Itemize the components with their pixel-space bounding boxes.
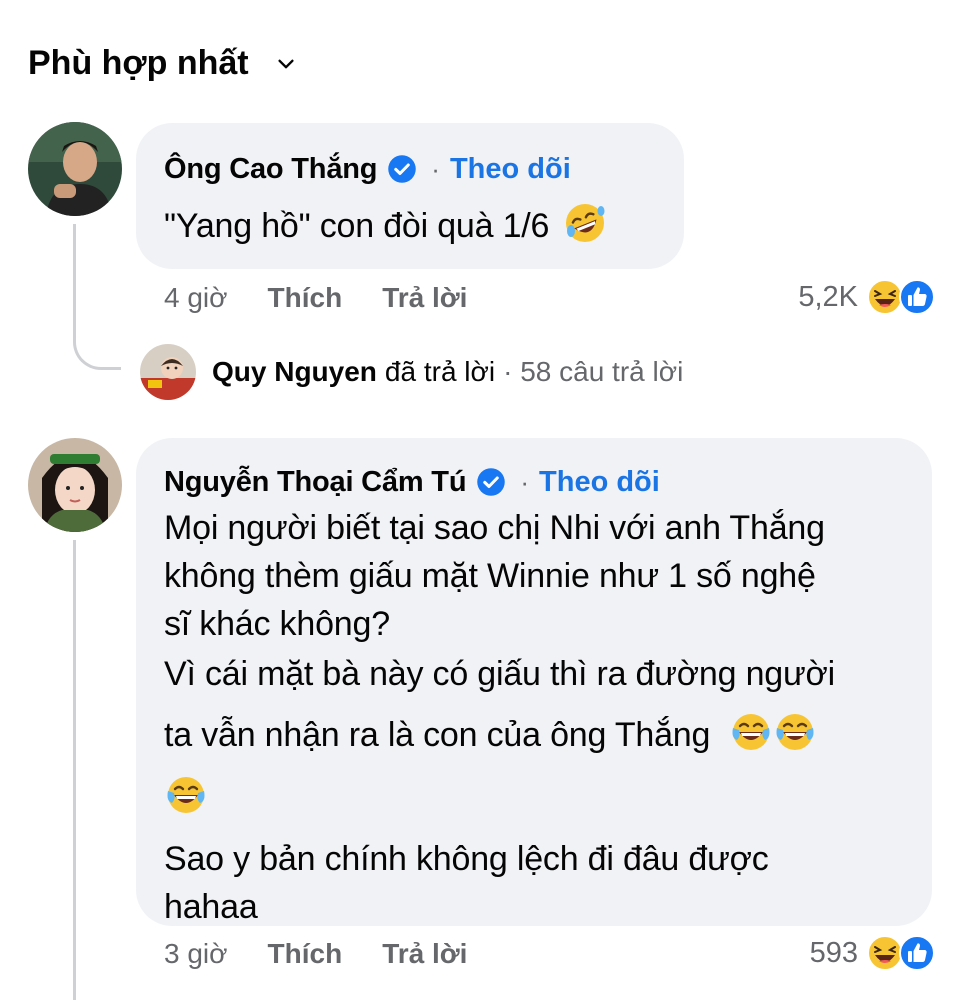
reaction-count: 593: [809, 936, 858, 969]
reply-count: · 58 câu trả lời: [503, 356, 684, 387]
comment-text-line: Mọi người biết tại sao chị Nhi với anh T…: [164, 509, 825, 547]
tears-of-joy-emoji-icon: [776, 714, 814, 750]
like-reaction-icon: [899, 279, 935, 315]
tears-of-joy-emoji-icon: [732, 714, 770, 750]
comment-text-line: ta vẫn nhận ra là con của ông Thắng: [164, 710, 835, 759]
like-reaction-icon: [899, 935, 935, 971]
view-replies-link[interactable]: Quy Nguyen đã trả lời · 58 câu trả lời: [140, 344, 683, 400]
reply-text: đã trả lời: [384, 356, 496, 387]
comment-bubble: Ông Cao Thắng · Theo dõi "Yang hồ" con đ…: [136, 123, 684, 269]
comment-text-line: Vì cái mặt bà này có giấu thì ra đường n…: [164, 655, 836, 693]
follow-button[interactable]: Theo dõi: [450, 153, 571, 186]
comment-text-line: sĩ khác không?: [164, 605, 390, 643]
avatar[interactable]: [28, 122, 122, 216]
like-button[interactable]: Thích: [268, 282, 343, 314]
comment-text-line: [164, 773, 835, 821]
reaction-summary[interactable]: 593: [810, 934, 936, 972]
reaction-count: 5,2K: [798, 280, 858, 313]
chevron-down-icon: [277, 59, 294, 68]
rofl-emoji-icon: [565, 204, 605, 242]
comment-actions: 3 giờ Thích Trả lời: [164, 938, 467, 970]
comment-time[interactable]: 3 giờ: [164, 938, 228, 970]
comment-author[interactable]: Nguyễn Thoại Cẩm Tú: [164, 466, 467, 499]
thread-branch: [73, 300, 121, 370]
sort-label: Phù hợp nhất: [28, 44, 249, 82]
tears-of-joy-emoji-icon: [167, 777, 205, 813]
reply-author: Quy Nguyen: [212, 356, 377, 387]
reaction-summary[interactable]: 5,2K: [798, 278, 936, 316]
comment-author[interactable]: Ông Cao Thắng: [164, 153, 377, 186]
avatar[interactable]: [28, 438, 122, 532]
comment-text-line: hahaa: [164, 888, 258, 926]
comment-text-line: "Yang hồ" con đòi quà 1/6: [164, 201, 607, 250]
reply-button[interactable]: Trả lời: [382, 938, 467, 970]
verified-badge-icon: [477, 468, 506, 496]
separator-dot: ·: [431, 153, 440, 184]
reply-button[interactable]: Trả lời: [382, 282, 467, 314]
sort-dropdown[interactable]: Phù hợp nhất: [28, 44, 297, 83]
comment-bubble: Nguyễn Thoại Cẩm Tú · Theo dõi Mọi người…: [136, 438, 932, 926]
avatar: [140, 344, 196, 400]
verified-badge-icon: [388, 155, 417, 183]
like-button[interactable]: Thích: [268, 938, 343, 970]
follow-button[interactable]: Theo dõi: [539, 466, 660, 499]
comment-text-line: không thèm giấu mặt Winnie như 1 số nghệ: [164, 557, 816, 595]
separator-dot: ·: [520, 466, 530, 497]
comment-text-line: Sao y bản chính không lệch đi đâu được: [164, 840, 769, 878]
comment-actions: 4 giờ Thích Trả lời: [164, 282, 467, 314]
comment-time[interactable]: 4 giờ: [164, 282, 228, 314]
thread-line: [73, 540, 76, 1000]
